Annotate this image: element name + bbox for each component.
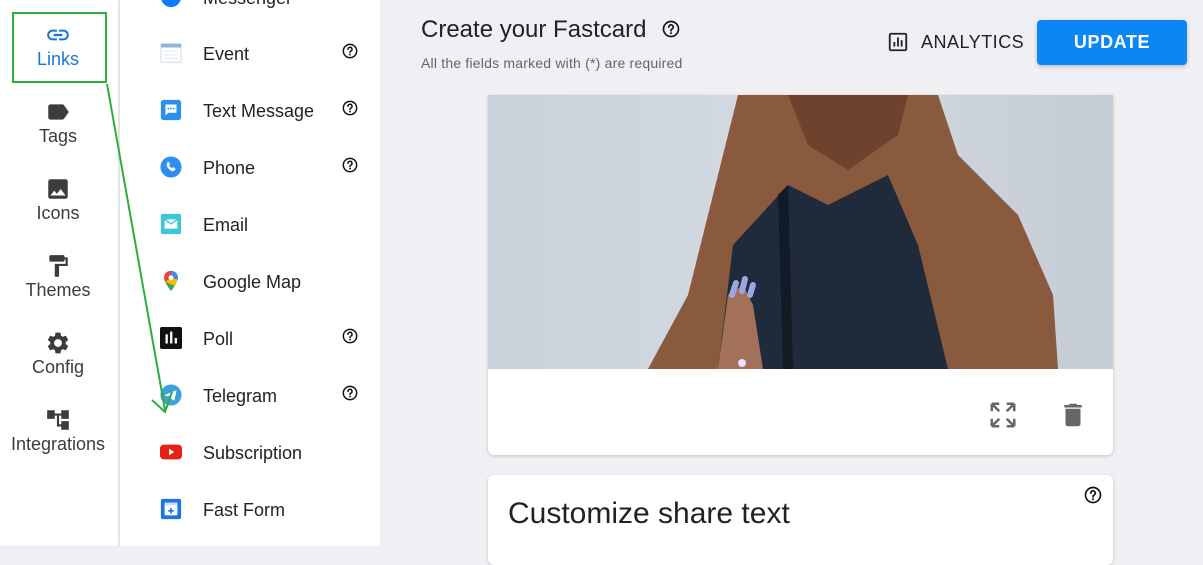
help-icon[interactable] bbox=[1084, 486, 1102, 504]
rail-item-integrations[interactable]: Integrations bbox=[0, 407, 116, 455]
image-card bbox=[488, 95, 1113, 455]
link-item-label: Telegram bbox=[203, 386, 278, 406]
link-item-label: Messenger bbox=[203, 0, 292, 9]
rail-label: Links bbox=[36, 49, 80, 69]
help-icon[interactable] bbox=[342, 328, 358, 344]
link-item-label: Fast Form bbox=[203, 500, 286, 520]
required-fields-note: All the fields marked with (*) are requi… bbox=[421, 55, 683, 71]
analytics-icon bbox=[888, 32, 908, 52]
messenger-icon bbox=[161, 0, 181, 8]
map-pin-icon bbox=[164, 270, 178, 292]
gear-icon bbox=[47, 332, 69, 354]
rail-item-themes[interactable]: Themes bbox=[0, 253, 116, 301]
link-item-telegram[interactable]: Telegram bbox=[120, 376, 380, 416]
link-item-label: Google Map bbox=[203, 272, 302, 292]
link-item-label: Phone bbox=[203, 158, 256, 178]
help-icon[interactable] bbox=[342, 157, 358, 173]
paint-roller-icon bbox=[49, 255, 68, 277]
help-icon[interactable] bbox=[342, 385, 358, 401]
help-icon[interactable] bbox=[342, 43, 358, 59]
link-item-poll[interactable]: Poll bbox=[120, 319, 380, 359]
link-item-label: Poll bbox=[203, 329, 234, 349]
analytics-button[interactable]: ANALYTICS bbox=[887, 28, 1024, 56]
share-text-card: Customize share text bbox=[488, 475, 1113, 565]
hierarchy-icon bbox=[47, 410, 69, 430]
link-item-label: Event bbox=[203, 44, 250, 64]
rail-label: Integrations bbox=[10, 434, 106, 454]
link-icon bbox=[47, 29, 69, 41]
link-item-event[interactable]: Event bbox=[120, 34, 380, 74]
trash-icon[interactable] bbox=[1058, 400, 1088, 430]
rail-label: Config bbox=[31, 357, 85, 377]
rail-label: Icons bbox=[36, 203, 80, 223]
email-icon bbox=[160, 213, 182, 235]
link-item-phone[interactable]: Phone bbox=[120, 148, 380, 188]
link-item-label: Subscription bbox=[203, 443, 303, 463]
rail-label: Themes bbox=[25, 280, 91, 300]
calendar-icon bbox=[160, 43, 182, 63]
header-photo bbox=[488, 95, 1113, 369]
update-button[interactable]: UPDATE bbox=[1037, 20, 1187, 65]
image-icon bbox=[48, 179, 68, 199]
help-icon[interactable] bbox=[342, 100, 358, 116]
rail-item-links[interactable]: Links bbox=[0, 22, 116, 70]
form-icon bbox=[160, 498, 182, 520]
main-content: Create your Fastcard All the fields mark… bbox=[380, 0, 1203, 565]
rail-label: Tags bbox=[38, 126, 78, 146]
youtube-icon bbox=[160, 444, 182, 460]
link-item-label: Email bbox=[203, 215, 249, 235]
link-item-messenger[interactable]: Messenger bbox=[120, 0, 380, 18]
link-item-subscription[interactable]: Subscription bbox=[120, 433, 380, 473]
telegram-icon bbox=[160, 384, 182, 406]
rail-item-tags[interactable]: Tags bbox=[0, 99, 116, 147]
link-item-email[interactable]: Email bbox=[120, 205, 380, 245]
poll-icon bbox=[160, 327, 182, 349]
tag-icon bbox=[48, 104, 69, 120]
link-item-fast-form[interactable]: Fast Form bbox=[120, 490, 380, 530]
help-icon[interactable] bbox=[662, 20, 680, 38]
link-type-list: Messenger Event Text Message bbox=[120, 0, 380, 546]
navigation-rail: Links Tags Icons Themes Config Integrati… bbox=[0, 0, 119, 546]
link-item-text-message[interactable]: Text Message bbox=[120, 91, 380, 131]
fullscreen-icon[interactable] bbox=[988, 400, 1018, 430]
message-icon bbox=[160, 99, 182, 121]
link-item-google-map[interactable]: Google Map bbox=[120, 262, 380, 302]
share-text-title: Customize share text bbox=[508, 497, 790, 530]
rail-item-config[interactable]: Config bbox=[0, 330, 116, 378]
page-title: Create your Fastcard bbox=[421, 16, 647, 43]
link-item-label: Text Message bbox=[203, 101, 315, 121]
rail-item-icons[interactable]: Icons bbox=[0, 176, 116, 224]
analytics-label: ANALYTICS bbox=[921, 31, 1025, 52]
phone-icon bbox=[160, 156, 182, 178]
